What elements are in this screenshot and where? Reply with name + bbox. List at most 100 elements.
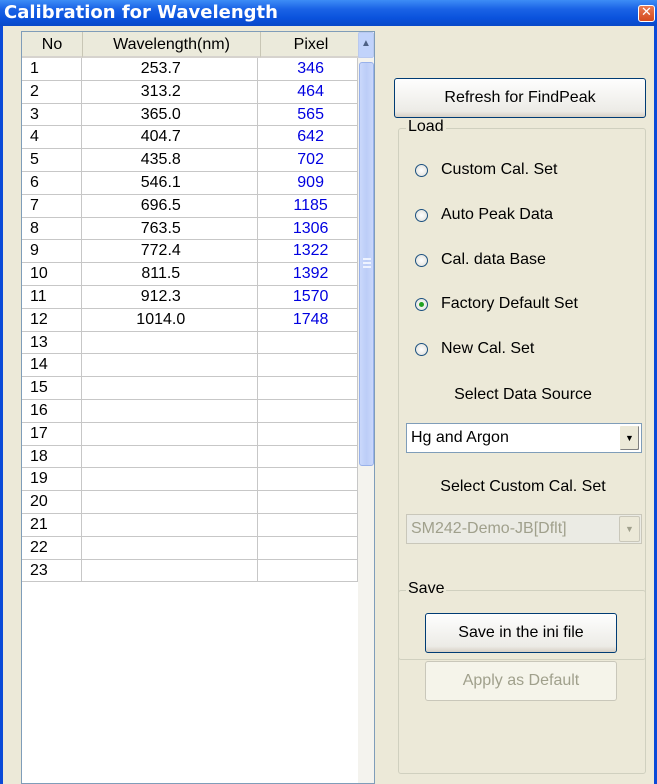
cell-wavelength[interactable] xyxy=(82,445,259,468)
table-row[interactable]: 4 404.7 642 xyxy=(22,126,358,150)
chevron-down-icon[interactable]: ▼ xyxy=(619,425,640,451)
cell-wavelength[interactable] xyxy=(82,399,259,422)
cell-wavelength[interactable]: 253.7 xyxy=(82,58,259,80)
cell-pixel[interactable]: 565 xyxy=(258,103,358,126)
cell-wavelength[interactable]: 404.7 xyxy=(82,126,259,149)
cell-pixel[interactable] xyxy=(258,468,358,491)
table-row[interactable]: 11 912.3 1570 xyxy=(22,285,358,309)
cell-no[interactable]: 20 xyxy=(22,491,83,513)
radio-option[interactable]: Cal. data Base xyxy=(415,248,546,272)
cell-wavelength[interactable]: 435.8 xyxy=(82,149,259,171)
table-row[interactable]: 8 763.5 1306 xyxy=(22,217,358,241)
table-row[interactable]: 14 xyxy=(22,354,358,378)
table-row[interactable]: 5 435.8 702 xyxy=(22,149,358,172)
scroll-up-icon[interactable]: ▲ xyxy=(358,32,374,58)
scrollbar-thumb[interactable] xyxy=(359,62,374,466)
table-row[interactable]: 1 253.7 346 xyxy=(22,58,358,81)
cell-wavelength[interactable]: 696.5 xyxy=(82,194,259,217)
cell-wavelength[interactable] xyxy=(82,422,259,445)
cell-wavelength[interactable]: 365.0 xyxy=(82,103,259,126)
table-row[interactable]: 17 xyxy=(22,422,358,446)
cell-wavelength[interactable] xyxy=(82,559,259,582)
cell-no[interactable]: 23 xyxy=(22,559,83,582)
radio-button-icon[interactable] xyxy=(415,297,428,311)
cell-pixel[interactable]: 702 xyxy=(258,149,358,171)
radio-option[interactable]: Auto Peak Data xyxy=(415,203,553,227)
cell-wavelength[interactable] xyxy=(82,491,259,513)
cell-no[interactable]: 17 xyxy=(22,422,83,445)
cell-no[interactable]: 19 xyxy=(22,468,83,491)
cell-wavelength[interactable]: 912.3 xyxy=(82,285,259,308)
radio-option[interactable]: New Cal. Set xyxy=(415,337,534,361)
cell-pixel[interactable] xyxy=(258,377,358,399)
cell-no[interactable]: 3 xyxy=(22,103,83,126)
cell-no[interactable]: 2 xyxy=(22,80,83,103)
cell-pixel[interactable]: 642 xyxy=(258,126,358,149)
radio-option[interactable]: Factory Default Set xyxy=(415,292,578,316)
cell-pixel[interactable]: 909 xyxy=(258,171,358,194)
table-row[interactable]: 16 xyxy=(22,399,358,423)
chevron-down-icon[interactable]: ▼ xyxy=(619,516,640,542)
refresh-findpeak-button[interactable]: Refresh for FindPeak xyxy=(394,78,646,118)
cell-no[interactable]: 16 xyxy=(22,399,83,422)
cell-no[interactable]: 1 xyxy=(22,58,83,80)
cell-wavelength[interactable]: 546.1 xyxy=(82,171,259,194)
cell-no[interactable]: 8 xyxy=(22,217,83,240)
cell-wavelength[interactable] xyxy=(82,536,259,559)
cell-pixel[interactable] xyxy=(258,445,358,468)
table-row[interactable]: 2 313.2 464 xyxy=(22,80,358,104)
cell-pixel[interactable]: 346 xyxy=(258,58,358,80)
cell-pixel[interactable]: 1306 xyxy=(258,217,358,240)
column-header-pixel[interactable]: Pixel xyxy=(261,32,362,58)
cell-pixel[interactable]: 1570 xyxy=(258,285,358,308)
cell-no[interactable]: 10 xyxy=(22,263,83,285)
cell-pixel[interactable] xyxy=(258,513,358,536)
close-icon[interactable]: ✕ xyxy=(638,5,655,22)
custom-set-select[interactable]: SM242-Demo-JB[Dflt] ▼ xyxy=(406,514,642,544)
table-row[interactable]: 23 xyxy=(22,559,358,583)
table-row[interactable]: 7 696.5 1185 xyxy=(22,194,358,218)
cell-no[interactable]: 14 xyxy=(22,354,83,377)
radio-button-icon[interactable] xyxy=(415,253,428,267)
column-header-wavelength[interactable]: Wavelength(nm) xyxy=(83,32,261,58)
apply-default-button[interactable]: Apply as Default xyxy=(425,661,617,701)
table-row[interactable]: 20 xyxy=(22,491,358,514)
cell-pixel[interactable]: 1392 xyxy=(258,263,358,285)
cell-wavelength[interactable] xyxy=(82,377,259,399)
table-row[interactable]: 13 xyxy=(22,331,358,355)
cell-pixel[interactable]: 1185 xyxy=(258,194,358,217)
radio-button-icon[interactable] xyxy=(415,163,428,177)
cell-pixel[interactable] xyxy=(258,422,358,445)
cell-pixel[interactable]: 464 xyxy=(258,80,358,103)
radio-option[interactable]: Custom Cal. Set xyxy=(415,158,557,182)
cell-no[interactable]: 13 xyxy=(22,331,83,354)
cell-pixel[interactable] xyxy=(258,559,358,582)
save-ini-button[interactable]: Save in the ini file xyxy=(425,613,617,653)
cell-pixel[interactable]: 1748 xyxy=(258,308,358,331)
cell-pixel[interactable] xyxy=(258,536,358,559)
cell-wavelength[interactable] xyxy=(82,468,259,491)
cell-wavelength[interactable]: 811.5 xyxy=(82,263,259,285)
cell-pixel[interactable] xyxy=(258,354,358,377)
radio-button-icon[interactable] xyxy=(415,342,428,356)
cell-wavelength[interactable]: 763.5 xyxy=(82,217,259,240)
cell-wavelength[interactable]: 772.4 xyxy=(82,240,259,263)
data-source-select[interactable]: Hg and Argon ▼ xyxy=(406,423,642,453)
table-row[interactable]: 19 xyxy=(22,468,358,492)
cell-no[interactable]: 11 xyxy=(22,285,83,308)
cell-wavelength[interactable] xyxy=(82,354,259,377)
table-row[interactable]: 21 xyxy=(22,513,358,537)
column-header-no[interactable]: No xyxy=(22,32,83,58)
cell-pixel[interactable]: 1322 xyxy=(258,240,358,263)
cell-pixel[interactable] xyxy=(258,331,358,354)
cell-wavelength[interactable] xyxy=(82,331,259,354)
table-row[interactable]: 6 546.1 909 xyxy=(22,171,358,195)
table-row[interactable]: 18 xyxy=(22,445,358,469)
cell-no[interactable]: 18 xyxy=(22,445,83,468)
cell-no[interactable]: 9 xyxy=(22,240,83,263)
cell-no[interactable]: 5 xyxy=(22,149,83,171)
table-row[interactable]: 15 xyxy=(22,377,358,400)
table-row[interactable]: 12 1014.0 1748 xyxy=(22,308,358,332)
cell-wavelength[interactable] xyxy=(82,513,259,536)
cell-wavelength[interactable]: 313.2 xyxy=(82,80,259,103)
